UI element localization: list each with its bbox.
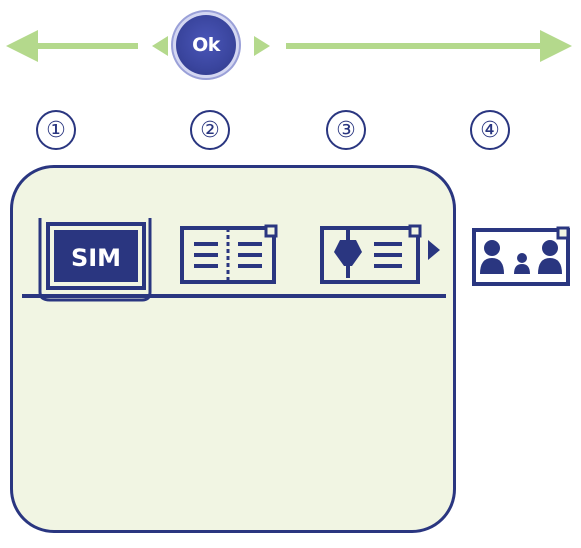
step-number-2: ②	[190, 110, 230, 150]
navigation-arrows	[6, 30, 572, 62]
step-number-4: ④	[470, 110, 510, 150]
tab-voice-memo[interactable]	[318, 220, 444, 290]
step-number-1: ①	[36, 110, 76, 150]
left-chevron-icon	[152, 36, 168, 56]
contact-groups-icon	[472, 226, 570, 286]
sim-card-label: SIM	[71, 244, 121, 272]
sim-card-icon: SIM	[38, 218, 152, 302]
step-number-3: ③	[326, 110, 366, 150]
right-arrow-icon[interactable]	[286, 30, 572, 62]
phonebook-icon	[180, 224, 278, 284]
scroll-right-arrow-icon	[428, 240, 440, 260]
voice-memo-icon	[320, 224, 440, 284]
tab-sim[interactable]: SIM	[38, 214, 154, 304]
right-chevron-icon	[254, 36, 270, 56]
step-number-3-label: ③	[336, 117, 356, 143]
step-number-4-label: ④	[480, 117, 500, 143]
tab-contact-groups[interactable]	[470, 224, 576, 290]
ok-button-label: Ok	[192, 34, 220, 56]
ok-button[interactable]: Ok	[176, 15, 236, 75]
left-arrow-icon[interactable]	[6, 30, 138, 62]
step-number-2-label: ②	[200, 117, 220, 143]
step-number-1-label: ①	[46, 117, 66, 143]
navigation-row: Ok	[0, 0, 581, 100]
tab-phonebook[interactable]	[180, 224, 280, 288]
